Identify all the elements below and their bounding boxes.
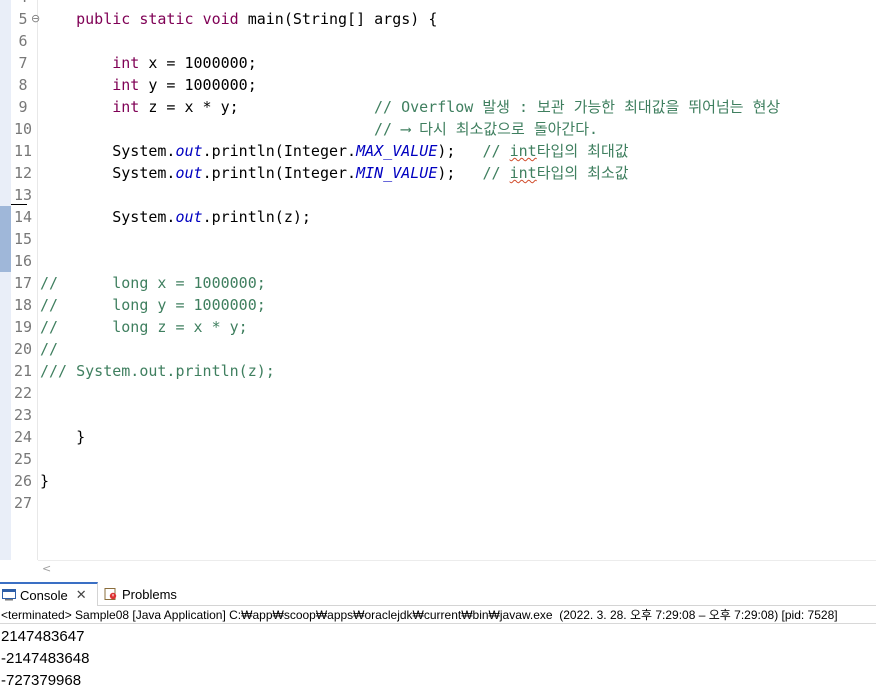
line-number: 17 bbox=[13, 274, 33, 292]
code-line[interactable]: 9 int z = x * y; // Overflow 발생 : 보관 가능한 … bbox=[0, 96, 876, 118]
horizontal-scrollbar[interactable]: < bbox=[38, 560, 876, 578]
code-line[interactable]: 13 bbox=[0, 184, 876, 206]
code-line[interactable]: 8 int y = 1000000; bbox=[0, 74, 876, 96]
code-text: int z = x * y; bbox=[112, 98, 239, 116]
code-line[interactable]: 22 bbox=[0, 382, 876, 404]
code-text: // bbox=[40, 340, 59, 358]
line-number: 6 bbox=[18, 32, 28, 50]
line-number: 14 bbox=[13, 208, 33, 226]
line-number: 26 bbox=[13, 472, 33, 490]
line-number: 9 bbox=[18, 98, 28, 116]
code-line[interactable]: 27 bbox=[0, 492, 876, 514]
code-line[interactable]: 16 bbox=[0, 250, 876, 272]
code-text: // long y = 1000000; bbox=[40, 296, 266, 314]
line-number: 22 bbox=[13, 384, 33, 402]
code-line[interactable]: 18 // long y = 1000000; bbox=[0, 294, 876, 316]
code-line[interactable]: 15 bbox=[0, 228, 876, 250]
line-number: 23 bbox=[13, 406, 33, 424]
code-line[interactable]: 11 System.out.println(Integer.MAX_VALUE)… bbox=[0, 140, 876, 162]
bottom-panel-tabs: Console ✕ Problems bbox=[0, 582, 876, 606]
scroll-left-arrow-icon[interactable]: < bbox=[42, 561, 51, 577]
code-text: } bbox=[40, 428, 86, 446]
caret-line-indicator bbox=[11, 204, 27, 205]
code-line[interactable]: 25 bbox=[0, 448, 876, 470]
code-line[interactable]: 7 int x = 1000000; bbox=[0, 52, 876, 74]
line-number: 7 bbox=[18, 54, 28, 72]
code-line[interactable]: 23 bbox=[0, 404, 876, 426]
console-status-line: <terminated> Sample08 [Java Application]… bbox=[0, 606, 876, 624]
line-number: 13 bbox=[13, 186, 33, 204]
code-line[interactable]: 6 bbox=[0, 30, 876, 52]
code-text: // long x = 1000000; bbox=[40, 274, 266, 292]
code-line[interactable]: 19 // long z = x * y; bbox=[0, 316, 876, 338]
line-number: 11 bbox=[13, 142, 33, 160]
code-text: } bbox=[40, 472, 50, 490]
code-text: System.out.println(Integer.MIN_VALUE); /… bbox=[40, 164, 629, 182]
code-line[interactable]: 4 bbox=[0, 0, 876, 8]
output-line: 2147483647 bbox=[1, 628, 85, 645]
line-number: 4 bbox=[11, 0, 35, 8]
inline-comment: // Overflow 발생 : 보관 가능한 최대값을 뛰어넘는 현상 bbox=[374, 98, 781, 116]
tab-console-label: Console bbox=[20, 587, 68, 603]
tab-problems-label: Problems bbox=[122, 586, 177, 602]
code-line[interactable]: 10 // ⟶ 다시 최소값으로 돌아간다. bbox=[0, 118, 876, 140]
line-number: 8 bbox=[18, 76, 28, 94]
code-line[interactable]: 21 /// System.out.println(z); bbox=[0, 360, 876, 382]
code-text: // long z = x * y; bbox=[40, 318, 248, 336]
inline-comment: // ⟶ 다시 최소값으로 돌아간다. bbox=[374, 120, 599, 138]
tab-problems[interactable]: Problems bbox=[102, 582, 180, 606]
code-text: /// System.out.println(z); bbox=[40, 362, 275, 380]
code-line[interactable]: 24 } bbox=[0, 426, 876, 448]
line-number: 24 bbox=[13, 428, 33, 446]
console-output[interactable]: 2147483647 -2147483648 -727379968 bbox=[0, 626, 876, 695]
console-icon bbox=[2, 589, 16, 601]
line-number: 10 bbox=[13, 120, 33, 138]
code-text: public static void main(String[] args) { bbox=[76, 10, 438, 28]
line-number: 19 bbox=[13, 318, 33, 336]
close-icon[interactable]: ✕ bbox=[76, 587, 87, 603]
output-line: -2147483648 bbox=[1, 650, 90, 667]
code-editor[interactable]: 45⊖ public static void main(String[] arg… bbox=[0, 0, 876, 578]
line-number: 16 bbox=[13, 252, 33, 270]
code-line[interactable]: 12 System.out.println(Integer.MIN_VALUE)… bbox=[0, 162, 876, 184]
line-number: 27 bbox=[13, 494, 33, 512]
code-text: System.out.println(Integer.MAX_VALUE); /… bbox=[40, 142, 629, 160]
line-number: 21 bbox=[13, 362, 33, 380]
line-number: 25 bbox=[13, 450, 33, 468]
code-text: System.out.println(z); bbox=[40, 208, 311, 226]
code-line[interactable]: 14 System.out.println(z); bbox=[0, 206, 876, 228]
line-number: 15 bbox=[13, 230, 33, 248]
line-number: 20 bbox=[13, 340, 33, 358]
tab-console[interactable]: Console ✕ bbox=[0, 582, 98, 606]
output-line: -727379968 bbox=[1, 672, 82, 689]
code-text: int y = 1000000; bbox=[112, 76, 257, 94]
fold-toggle-icon[interactable]: ⊖ bbox=[31, 8, 40, 30]
line-number: 12 bbox=[13, 164, 33, 182]
code-line[interactable]: 20 // bbox=[0, 338, 876, 360]
code-text: int x = 1000000; bbox=[112, 54, 257, 72]
line-number: 18 bbox=[13, 296, 33, 314]
code-line[interactable]: 5 ⊖ public static void main(String[] args… bbox=[0, 8, 876, 30]
code-line[interactable]: 26} bbox=[0, 470, 876, 492]
code-line[interactable]: 17 // long x = 1000000; bbox=[0, 272, 876, 294]
problems-icon bbox=[104, 588, 117, 600]
